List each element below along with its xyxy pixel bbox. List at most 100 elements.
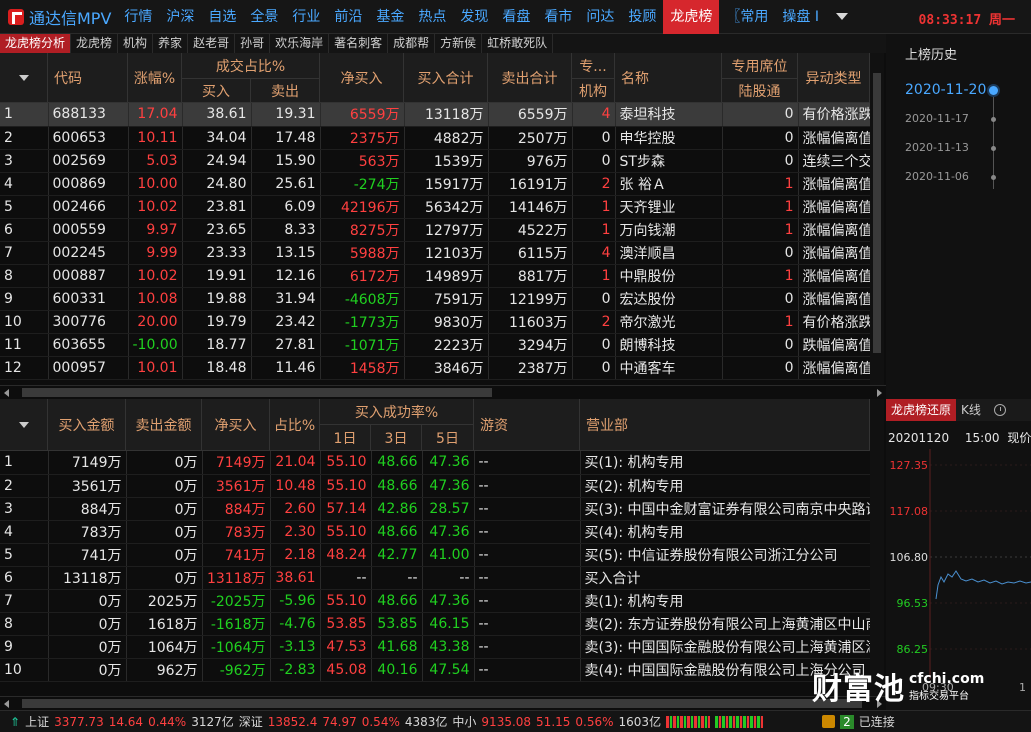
clock-icon[interactable] — [993, 404, 1006, 416]
menu-item-2[interactable]: 自选 — [201, 0, 243, 34]
price-line — [935, 570, 1031, 600]
subtab-10[interactable]: 虹桥敢死队 — [482, 34, 554, 53]
stock-row[interactable]: 12 000957 10.01 18.48 11.46 1458万 3846万 2387万 0 中… — [0, 356, 871, 380]
expand-icon[interactable]: ⇑ — [10, 715, 20, 729]
menu-item-8[interactable]: 发现 — [453, 0, 495, 34]
menu-item-3[interactable]: 全景 — [243, 0, 285, 34]
alert-icon[interactable] — [822, 715, 836, 728]
broker-row[interactable]: 1 7149万 0万 7149万 21.04 55.10 48.66 47.36 -- 买(1):… — [0, 451, 871, 475]
stock-list-hscroll-thumb[interactable] — [22, 388, 492, 397]
menu-item-13[interactable]: 龙虎榜 — [663, 0, 720, 34]
col-rate-3d[interactable]: 3日 — [371, 425, 422, 451]
subtab-9[interactable]: 方新侯 — [435, 34, 483, 53]
col-department[interactable]: 营业部 — [580, 399, 870, 451]
subtab-6[interactable]: 欢乐海岸 — [270, 34, 330, 53]
subtab-1[interactable]: 龙虎榜 — [71, 34, 119, 53]
broker-row[interactable]: 2 3561万 0万 3561万 10.48 55.10 48.66 47.36 -- 买(2):… — [0, 474, 871, 498]
broker-row[interactable]: 9 0万 1064万 -1064万 -3.13 47.53 41.68 43.38 -- 卖(3)… — [0, 635, 871, 659]
broker-row[interactable]: 5 741万 0万 741万 2.18 48.24 42.77 41.00 -- 买(5): 中信… — [0, 543, 871, 567]
broker-row[interactable]: 6 13118万 0万 13118万 38.61 -- -- -- -- 买入合计 — [0, 566, 871, 590]
menu-item-4[interactable]: 行业 — [285, 0, 327, 34]
broker-row[interactable]: 8 0万 1618万 -1618万 -4.76 53.85 53.85 46.15 -- 卖(2)… — [0, 612, 871, 636]
connection-status[interactable]: 已连接 — [859, 713, 895, 730]
tab-lhb-restore[interactable]: 龙虎榜还原 — [886, 399, 957, 421]
stock-row[interactable]: 6 000559 9.97 23.65 8.33 8275万 12797万 4522万 1 万向钱… — [0, 218, 871, 242]
stock-row[interactable]: 4 000869 10.00 24.80 25.61 -274万 15917万 16191万 2… — [0, 172, 871, 196]
col-hk-connect[interactable]: 陆股通 — [722, 79, 798, 103]
stock-row[interactable]: 11 603655 -10.00 18.77 27.81 -1071万 2223万 3294万… — [0, 333, 871, 357]
sh-label[interactable]: 上证 — [25, 713, 49, 730]
broker-row[interactable]: 4 783万 0万 783万 2.30 55.10 48.66 47.36 -- 买(4): 机构… — [0, 520, 871, 544]
subtab-5[interactable]: 孙哥 — [235, 34, 271, 53]
menu-item-12[interactable]: 投顾 — [621, 0, 663, 34]
broker-row[interactable]: 10 0万 962万 -962万 -2.83 45.08 40.16 47.54 -- 卖(4):… — [0, 658, 871, 682]
col-name[interactable]: 名称 — [615, 53, 722, 103]
col-net-buy[interactable]: 净买入 — [320, 53, 404, 103]
broker-row[interactable]: 7 0万 2025万 -2025万 -5.96 55.10 48.66 47.36 -- 卖(1)… — [0, 589, 871, 613]
col-buy-total[interactable]: 买入合计 — [404, 53, 488, 103]
cell-name: 申华控股 — [615, 126, 723, 150]
stock-list-hscrollbar[interactable] — [0, 385, 886, 399]
col-detail-net[interactable]: 净买入 — [202, 399, 270, 451]
col-code[interactable]: 代码 — [48, 53, 128, 103]
subtab-8[interactable]: 成都帮 — [388, 34, 436, 53]
detail-hscroll-thumb[interactable] — [22, 699, 862, 708]
col-buy-amount[interactable]: 买入金额 — [48, 399, 126, 451]
col-reason[interactable]: 异动类型 — [798, 53, 870, 103]
history-date-item[interactable]: 2020-11-20 — [905, 82, 986, 98]
subtab-2[interactable]: 机构 — [118, 34, 154, 53]
detail-hscrollbar[interactable] — [0, 696, 886, 710]
col-youzi[interactable]: 游资 — [474, 399, 580, 451]
col-sell-total[interactable]: 卖出合计 — [488, 53, 572, 103]
col-buy-ratio[interactable]: 买入 — [182, 79, 251, 103]
menu-item-7[interactable]: 热点 — [411, 0, 453, 34]
menu-item-14[interactable]: 〖常用 — [719, 0, 775, 34]
scroll-right-icon[interactable] — [877, 389, 882, 397]
stock-row[interactable]: 8 000887 10.02 19.91 12.16 6172万 14989万 8817万 1 中… — [0, 264, 871, 288]
col-rate-5d[interactable]: 5日 — [422, 425, 474, 451]
column-menu-button[interactable] — [0, 53, 48, 103]
menu-item-1[interactable]: 沪深 — [159, 0, 201, 34]
zx-label[interactable]: 中小 — [452, 713, 476, 730]
menu-item-6[interactable]: 基金 — [369, 0, 411, 34]
cell-dept: 卖(3): 中国国际金融股份有限公司上海黄浦区湖滨路证券营业部 — [580, 635, 871, 659]
menu-item-11[interactable]: 问达 — [579, 0, 621, 34]
col-sell-amount[interactable]: 卖出金额 — [126, 399, 202, 451]
menu-item-5[interactable]: 前沿 — [327, 0, 369, 34]
history-date-item[interactable]: 2020-11-13 — [905, 141, 969, 154]
history-date-item[interactable]: 2020-11-17 — [905, 112, 969, 125]
scroll-left-icon[interactable] — [4, 389, 9, 397]
tab-kline[interactable]: K线 — [956, 399, 986, 421]
sz-label[interactable]: 深证 — [239, 713, 263, 730]
detail-vscrollbar[interactable] — [870, 399, 884, 696]
stock-row[interactable]: 9 600331 10.08 19.88 31.94 -4608万 7591万 12199万 0… — [0, 287, 871, 311]
broker-row[interactable]: 3 884万 0万 884万 2.60 57.14 42.86 28.57 -- 买(3): 中国… — [0, 497, 871, 521]
subtab-3[interactable]: 养家 — [153, 34, 189, 53]
menu-item-10[interactable]: 看市 — [537, 0, 579, 34]
scroll-left-icon[interactable] — [4, 700, 9, 708]
menu-item-9[interactable]: 看盘 — [495, 0, 537, 34]
stock-row[interactable]: 3 002569 5.03 24.94 15.90 563万 1539万 976万 0 ST步森 0… — [0, 149, 871, 173]
menu-item-0[interactable]: 行情 — [117, 0, 159, 34]
mini-intraday-chart[interactable]: 127.35117.08106.8096.5386.2509:30 1 — [886, 449, 1031, 694]
history-date-item[interactable]: 2020-11-06 — [905, 170, 969, 183]
stock-row[interactable]: 5 002466 10.02 23.81 6.09 42196万 56342万 14146万 1… — [0, 195, 871, 219]
stock-row[interactable]: 10 300776 20.00 19.79 23.42 -1773万 9830万 11603万… — [0, 310, 871, 334]
menu-more-icon[interactable] — [836, 13, 848, 20]
subtab-0[interactable]: 龙虎榜分析 — [0, 34, 72, 53]
subtab-4[interactable]: 赵老哥 — [188, 34, 236, 53]
stock-list-vscrollbar[interactable] — [870, 53, 884, 385]
menu-item-15[interactable]: 操盘 I — [775, 0, 826, 34]
col-change[interactable]: 涨幅% — [128, 53, 182, 103]
stock-list-vscroll-thumb[interactable] — [873, 73, 881, 353]
col-ratio[interactable]: 占比% — [270, 399, 320, 451]
col-institution[interactable]: 机构 — [572, 79, 615, 103]
col-rate-1d[interactable]: 1日 — [320, 425, 371, 451]
stock-row[interactable]: 2 600653 10.11 34.04 17.48 2375万 4882万 2507万 0 申华… — [0, 126, 871, 150]
app-logo[interactable]: 通达信MPV — [0, 0, 117, 34]
stock-row[interactable]: 1 688133 17.04 38.61 19.31 6559万 13118万 6559万 4 泰… — [0, 103, 871, 127]
detail-column-menu-button[interactable] — [0, 399, 48, 451]
subtab-7[interactable]: 著名刺客 — [329, 34, 389, 53]
col-sell-ratio[interactable]: 卖出 — [251, 79, 320, 103]
stock-row[interactable]: 7 002245 9.99 23.33 13.15 5988万 12103万 6115万 4 澳洋… — [0, 241, 871, 265]
